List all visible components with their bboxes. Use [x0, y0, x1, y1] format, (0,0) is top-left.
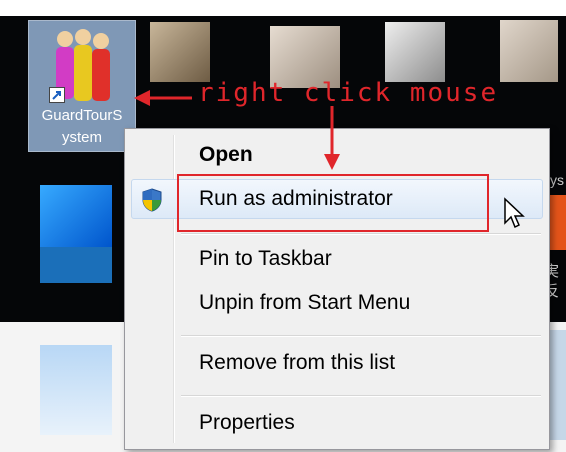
arrowhead-down — [324, 154, 340, 170]
annotation-arrows — [134, 90, 340, 170]
arrowhead-left — [134, 90, 150, 106]
